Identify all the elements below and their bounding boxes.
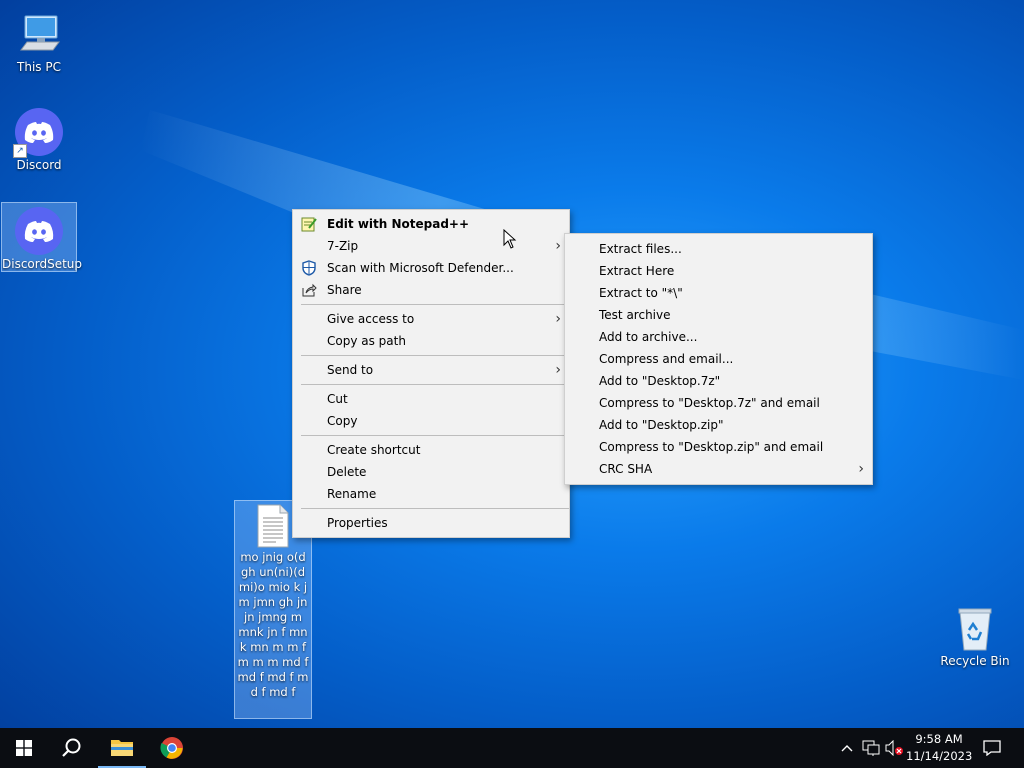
menu-item-label: Copy: [327, 414, 358, 428]
start-icon: [16, 740, 32, 756]
menu-item-send-to[interactable]: Send to ›: [293, 359, 569, 381]
chevron-right-icon: ›: [555, 238, 561, 254]
menu-item-properties[interactable]: Properties: [293, 512, 569, 534]
menu-item-label: 7-Zip: [327, 239, 359, 253]
submenu-item-label: Compress and email...: [599, 352, 734, 366]
submenu-item-add-to-7z[interactable]: Add to "Desktop.7z": [565, 370, 872, 392]
chrome-icon: [160, 737, 183, 759]
shortcut-arrow-icon: ↗: [13, 144, 27, 158]
menu-item-label: Edit with Notepad++: [327, 217, 470, 231]
submenu-item-add-to-archive[interactable]: Add to archive...: [565, 326, 872, 348]
menu-item-give-access[interactable]: Give access to ›: [293, 308, 569, 330]
volume-muted-icon: [885, 740, 903, 756]
submenu-item-label: Test archive: [599, 308, 671, 322]
menu-item-label: Create shortcut: [327, 443, 421, 457]
submenu-item-label: Extract files...: [599, 242, 682, 256]
chevron-right-icon: ›: [858, 461, 864, 477]
discord-icon: [15, 207, 63, 255]
submenu-item-label: Add to archive...: [599, 330, 698, 344]
network-button[interactable]: [861, 738, 881, 758]
menu-item-share[interactable]: Share: [293, 279, 569, 301]
text-document-icon: [256, 504, 290, 548]
chevron-right-icon: ›: [555, 311, 561, 327]
menu-item-label: Send to: [327, 363, 374, 377]
chevron-right-icon: ›: [555, 362, 561, 378]
defender-shield-icon: [301, 260, 317, 276]
desktop-icon-label: Recycle Bin: [940, 654, 1010, 668]
menu-separator: [301, 435, 569, 436]
mouse-cursor-icon: [503, 229, 517, 249]
search-button[interactable]: [48, 728, 96, 768]
search-icon: [62, 738, 81, 757]
menu-item-cut[interactable]: Cut: [293, 388, 569, 410]
taskbar-chrome[interactable]: [148, 728, 196, 768]
desktop-icon-label: DiscordSetup: [2, 257, 83, 271]
menu-item-edit-with-notepad[interactable]: Edit with Notepad++: [293, 213, 569, 235]
menu-item-label: Rename: [327, 487, 377, 501]
menu-item-scan-defender[interactable]: Scan with Microsoft Defender...: [293, 257, 569, 279]
show-hidden-icons-button[interactable]: [837, 738, 857, 758]
menu-item-delete[interactable]: Delete: [293, 461, 569, 483]
menu-item-7zip[interactable]: 7-Zip ›: [293, 235, 569, 257]
menu-item-copy-as-path[interactable]: Copy as path: [293, 330, 569, 352]
desktop-icon-discord[interactable]: ↗ Discord: [2, 104, 76, 174]
submenu-item-compress-7z-email[interactable]: Compress to "Desktop.7z" and email: [565, 392, 872, 414]
menu-separator: [301, 304, 569, 305]
menu-item-label: Delete: [327, 465, 367, 479]
submenu-item-label: Compress to "Desktop.7z" and email: [599, 396, 820, 410]
volume-button[interactable]: [885, 738, 905, 758]
menu-separator: [301, 384, 569, 385]
clock-date: 11/14/2023: [906, 749, 973, 763]
submenu-item-label: Compress to "Desktop.zip" and email: [599, 440, 824, 454]
submenu-item-label: Add to "Desktop.zip": [599, 418, 724, 432]
desktop-icon-recycle-bin[interactable]: Recycle Bin: [938, 600, 1012, 670]
menu-item-label: Give access to: [327, 312, 415, 326]
start-button[interactable]: [0, 728, 48, 768]
submenu-item-extract-here[interactable]: Extract Here: [565, 260, 872, 282]
menu-item-label: Copy as path: [327, 334, 406, 348]
desktop-icon-label: This PC: [17, 60, 61, 74]
notepad-plus-plus-icon: [301, 216, 317, 232]
submenu-item-crc-sha[interactable]: CRC SHA ›: [565, 458, 872, 480]
taskbar: 9:58 AM 11/14/2023: [0, 728, 1024, 768]
menu-item-rename[interactable]: Rename: [293, 483, 569, 505]
menu-item-label: Share: [327, 283, 362, 297]
submenu-item-test-archive[interactable]: Test archive: [565, 304, 872, 326]
taskbar-clock[interactable]: 9:58 AM 11/14/2023: [906, 731, 972, 765]
7zip-submenu: Extract files... Extract Here Extract to…: [564, 233, 873, 485]
submenu-item-compress-zip-email[interactable]: Compress to "Desktop.zip" and email: [565, 436, 872, 458]
menu-separator: [301, 508, 569, 509]
menu-item-label: Cut: [327, 392, 348, 406]
submenu-item-extract-to[interactable]: Extract to "*\": [565, 282, 872, 304]
clock-time: 9:58 AM: [915, 732, 963, 746]
file-explorer-icon: [111, 740, 133, 756]
submenu-item-extract-files[interactable]: Extract files...: [565, 238, 872, 260]
menu-item-label: Properties: [327, 516, 388, 530]
recycle-bin-icon: [951, 604, 999, 652]
menu-separator: [301, 355, 569, 356]
action-center-icon: [983, 740, 1001, 756]
menu-item-label: Scan with Microsoft Defender...: [327, 261, 514, 275]
submenu-item-add-to-zip[interactable]: Add to "Desktop.zip": [565, 414, 872, 436]
computer-icon: [15, 10, 63, 58]
menu-item-copy[interactable]: Copy: [293, 410, 569, 432]
desktop-icon-label: mo jnig o(dgh un(ni)(d mi)o mio k jm jmn…: [237, 550, 309, 699]
action-center-button[interactable]: [982, 738, 1002, 758]
context-menu: Edit with Notepad++ 7-Zip › Scan with Mi…: [292, 209, 570, 538]
submenu-item-label: Extract to "*\": [599, 286, 683, 300]
submenu-item-label: Add to "Desktop.7z": [599, 374, 721, 388]
discord-icon: ↗: [13, 108, 63, 158]
submenu-item-label: Extract Here: [599, 264, 675, 278]
chevron-up-icon: [841, 745, 853, 752]
share-icon: [301, 282, 317, 298]
menu-item-create-shortcut[interactable]: Create shortcut: [293, 439, 569, 461]
taskbar-file-explorer[interactable]: [98, 728, 146, 768]
desktop-icon-label: Discord: [16, 158, 62, 172]
submenu-item-label: CRC SHA: [599, 462, 653, 476]
submenu-item-compress-and-email[interactable]: Compress and email...: [565, 348, 872, 370]
desktop-icon-discord-setup[interactable]: DiscordSetup: [1, 202, 83, 272]
desktop-icon-this-pc[interactable]: This PC: [2, 6, 76, 74]
network-icon: [862, 740, 880, 756]
